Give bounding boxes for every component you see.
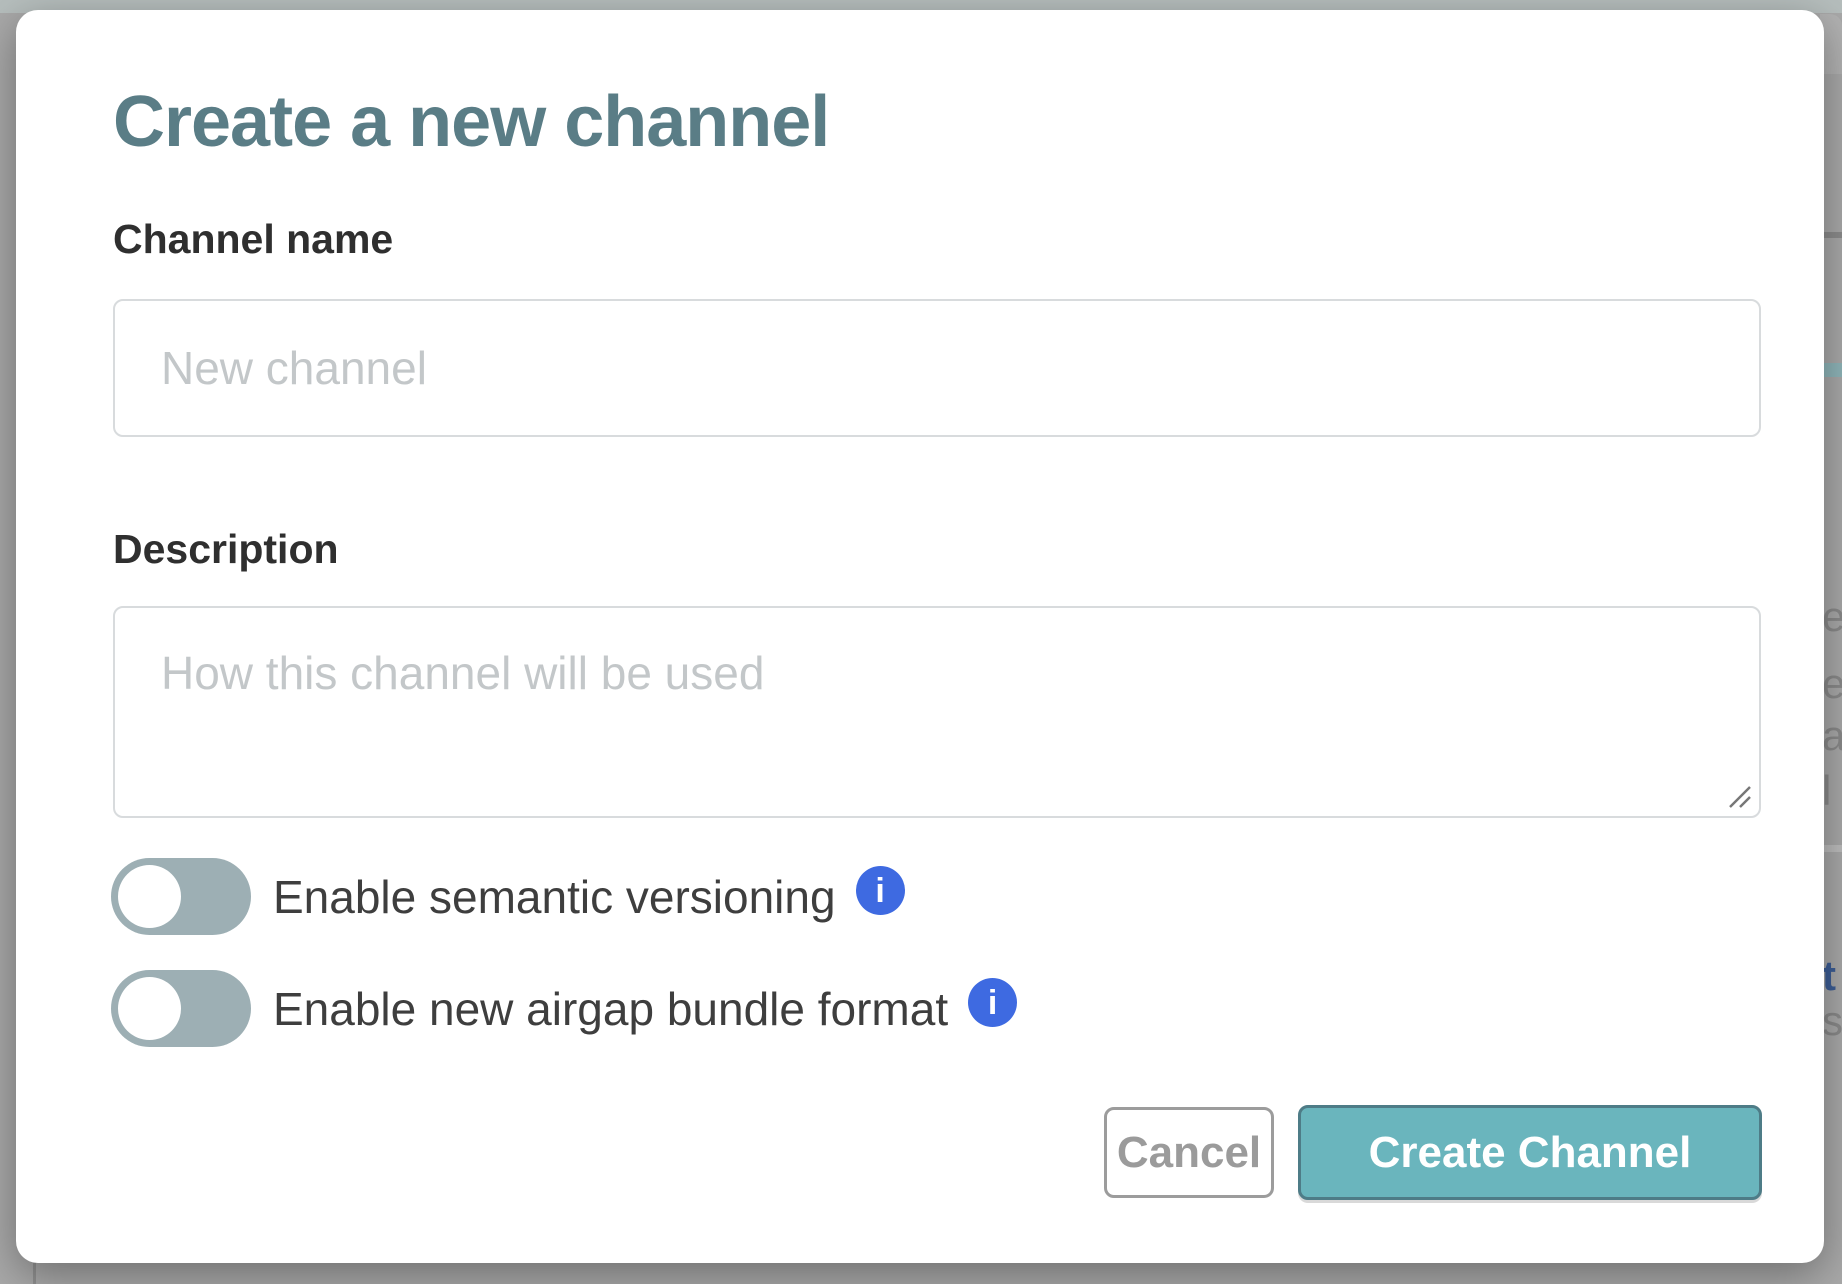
semantic-versioning-row: Enable semantic versioning i (111, 858, 905, 935)
info-icon[interactable]: i (968, 978, 1017, 1027)
backdrop-text-fragment: e (1822, 596, 1842, 638)
backdrop-text-fragment: s (1822, 1000, 1842, 1042)
create-channel-modal: Create a new channel Channel name Descri… (16, 10, 1824, 1263)
backdrop-text-fragment: a (1822, 715, 1842, 757)
airgap-bundle-toggle[interactable] (111, 970, 251, 1047)
backdrop-vertical-border (33, 1262, 36, 1284)
screen: e e a l t s Create a new channel Channel… (0, 0, 1842, 1284)
semantic-versioning-label: Enable semantic versioning (273, 874, 836, 920)
airgap-bundle-row: Enable new airgap bundle format i (111, 970, 1017, 1047)
channel-name-label: Channel name (113, 219, 393, 260)
backdrop-text-fragment: e (1822, 663, 1842, 705)
modal-title: Create a new channel (113, 86, 829, 158)
create-channel-button[interactable]: Create Channel (1298, 1105, 1762, 1200)
channel-name-input[interactable] (113, 299, 1761, 437)
description-label: Description (113, 529, 339, 570)
cancel-button[interactable]: Cancel (1104, 1107, 1274, 1198)
toggle-knob (118, 865, 181, 928)
airgap-bundle-label: Enable new airgap bundle format (273, 986, 948, 1032)
toggle-knob (118, 977, 181, 1040)
backdrop-text-fragment: t (1822, 955, 1836, 997)
info-icon[interactable]: i (856, 866, 905, 915)
description-textarea[interactable] (113, 606, 1761, 818)
semantic-versioning-toggle[interactable] (111, 858, 251, 935)
description-field-wrap (113, 606, 1761, 818)
